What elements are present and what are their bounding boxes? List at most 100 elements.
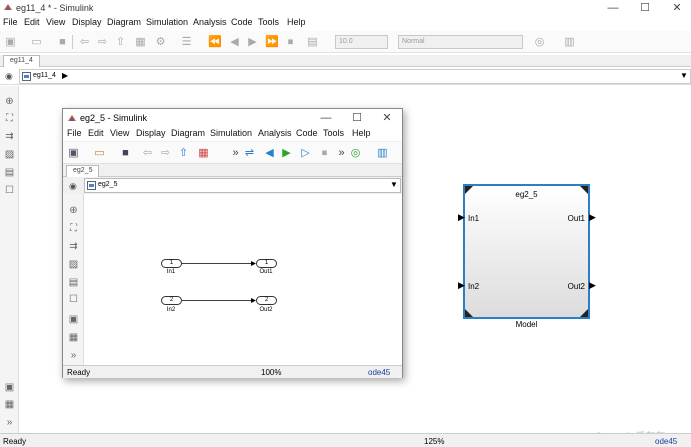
build-icon[interactable]: ▥	[376, 147, 389, 159]
close-button[interactable]: ✕	[662, 1, 691, 15]
menu-edit[interactable]: Edit	[24, 17, 40, 27]
inner-tab-bar	[63, 165, 402, 177]
inner-zoom-level: 100%	[261, 368, 282, 377]
arrow-icon[interactable]: ⇉	[68, 241, 79, 252]
back-arrow-icon[interactable]: ⇦	[78, 36, 91, 48]
step-forward-icon[interactable]: ⏩	[265, 36, 279, 48]
image-icon[interactable]: ▨	[4, 149, 15, 160]
inner-menu-diagram[interactable]: Diagram	[171, 128, 205, 138]
screenshot-icon[interactable]: ▣	[68, 314, 79, 325]
menu-help[interactable]: Help	[287, 17, 306, 27]
run-icon[interactable]: ▶	[280, 147, 293, 159]
inner-menu-help[interactable]: Help	[352, 128, 371, 138]
report-icon[interactable]: ▦	[4, 399, 15, 410]
arrow-icon[interactable]: ⇉	[4, 131, 15, 142]
new-model-icon[interactable]: ▣	[4, 36, 17, 48]
scope-icon[interactable]: ▤	[306, 36, 319, 48]
rewind-icon[interactable]: ◀	[228, 36, 241, 48]
zoom-icon[interactable]: ⊕	[4, 96, 15, 107]
more-tools-icon[interactable]: »	[229, 147, 242, 159]
menu-analysis[interactable]: Analysis	[193, 17, 227, 27]
rewind-icon[interactable]: ◀	[263, 147, 276, 159]
inner-menu-analysis[interactable]: Analysis	[258, 128, 292, 138]
inner-address-dropdown-icon[interactable]: ▼	[390, 180, 398, 189]
simulation-mode-select[interactable]: Normal	[398, 35, 523, 49]
inner-menu-display[interactable]: Display	[136, 128, 166, 138]
minimize-button[interactable]: —	[598, 1, 628, 15]
report-icon[interactable]: ▦	[68, 332, 79, 343]
settings-gear-icon[interactable]: ⚙	[154, 36, 167, 48]
area-icon[interactable]: ▤	[68, 277, 79, 288]
forward-arrow-icon[interactable]: ⇨	[159, 147, 172, 159]
inner-maximize-button[interactable]: ☐	[342, 111, 372, 125]
screenshot-icon[interactable]: ▣	[4, 382, 15, 393]
menu-tools[interactable]: Tools	[258, 17, 279, 27]
annotation-box-icon[interactable]: ☐	[4, 185, 15, 196]
more-icon[interactable]: »	[68, 350, 79, 361]
hide-browser-icon[interactable]: ◉	[69, 181, 77, 192]
step-forward-icon[interactable]: ▷	[299, 147, 312, 159]
run-icon[interactable]: ▶	[246, 36, 259, 48]
forward-arrow-icon[interactable]: ⇨	[96, 36, 109, 48]
inner-solver-link[interactable]: ode45	[368, 368, 390, 377]
more-tools-2-icon[interactable]: »	[335, 147, 348, 159]
inner-minimize-button[interactable]: —	[311, 111, 341, 125]
hide-browser-icon[interactable]: ◉	[5, 71, 13, 82]
inner-diagram-canvas[interactable]: 1 In1 1 Out1 2 In2 2 Out2	[84, 194, 402, 365]
inner-menu-simulation[interactable]: Simulation	[210, 128, 252, 138]
menu-simulation[interactable]: Simulation	[146, 17, 188, 27]
menu-display[interactable]: Display	[72, 17, 102, 27]
inner-menu-edit[interactable]: Edit	[88, 128, 104, 138]
library-browser-icon[interactable]: ▦	[134, 36, 147, 48]
tab-eg11-4[interactable]: eg11_4	[3, 55, 40, 67]
connect-icon[interactable]: ⇌	[243, 147, 256, 159]
inner-menu-tools[interactable]: Tools	[323, 128, 344, 138]
inner-menu-file[interactable]: File	[67, 128, 82, 138]
library-browser-icon[interactable]: ▦	[197, 147, 210, 159]
signal-arrow-2	[251, 298, 256, 303]
simulink-logo-icon	[3, 2, 13, 12]
inner-breadcrumb-label[interactable]: eg2_5	[98, 181, 117, 188]
step-back-icon[interactable]: ⏪	[208, 36, 222, 48]
tab-eg2-5[interactable]: eg2_5	[66, 165, 100, 177]
stop-icon[interactable]: ⏹	[284, 36, 297, 48]
menu-view[interactable]: View	[46, 17, 65, 27]
more-icon[interactable]: »	[4, 417, 15, 428]
model-advisor-icon[interactable]: ◎	[533, 36, 546, 48]
menu-file[interactable]: File	[3, 17, 18, 27]
area-icon[interactable]: ▤	[4, 167, 15, 178]
solver-link[interactable]: ode45	[655, 437, 677, 446]
annotation-box-icon[interactable]: ☐	[68, 294, 79, 305]
model-explorer-icon[interactable]: ☰	[180, 36, 193, 48]
address-dropdown-icon[interactable]: ▼	[680, 71, 688, 80]
model-reference-block[interactable]: eg2_5 In1 In2 Out1 Out2	[463, 184, 590, 319]
fit-to-view-icon[interactable]: ⛶	[68, 223, 79, 234]
status-text: Ready	[3, 437, 27, 446]
eg2-5-simulink-window: eg2_5 - Simulink — ☐ ✕ File Edit View Di…	[62, 108, 403, 378]
save-icon[interactable]: ■	[119, 147, 132, 159]
stop-time-field[interactable]: 10.0	[335, 35, 388, 49]
stop-icon[interactable]: ⏹	[318, 147, 331, 159]
up-arrow-icon[interactable]: ⇧	[177, 147, 190, 159]
image-icon[interactable]: ▨	[68, 259, 79, 270]
inner-menu-view[interactable]: View	[110, 128, 129, 138]
breadcrumb-arrow-icon[interactable]: ▶	[62, 71, 68, 80]
menu-code[interactable]: Code	[231, 17, 253, 27]
build-icon[interactable]: ▥	[563, 36, 576, 48]
inner-close-button[interactable]: ✕	[372, 111, 402, 125]
fit-to-view-icon[interactable]: ⛶	[4, 113, 15, 124]
back-arrow-icon[interactable]: ⇦	[141, 147, 154, 159]
breadcrumb-label[interactable]: eg11_4	[33, 72, 56, 79]
maximize-button[interactable]: ☐	[630, 1, 660, 15]
model-advisor-icon[interactable]: ◎	[349, 147, 362, 159]
open-folder-icon[interactable]: ▭	[93, 147, 106, 159]
main-status-bar: Ready 125% ode45	[0, 433, 691, 447]
zoom-icon[interactable]: ⊕	[68, 205, 79, 216]
up-arrow-icon[interactable]: ⇧	[114, 36, 127, 48]
open-folder-icon[interactable]: ▭	[30, 36, 43, 48]
inner-toolbar: ▣ ▭ ■ ⇦ ⇨ ⇧ ▦ » ⇌ ◀ ▶ ▷ ⏹ » ◎ ▥	[63, 142, 402, 164]
new-model-icon[interactable]: ▣	[67, 147, 80, 159]
menu-diagram[interactable]: Diagram	[107, 17, 141, 27]
save-icon[interactable]: ■	[56, 36, 69, 48]
inner-menu-code[interactable]: Code	[296, 128, 318, 138]
